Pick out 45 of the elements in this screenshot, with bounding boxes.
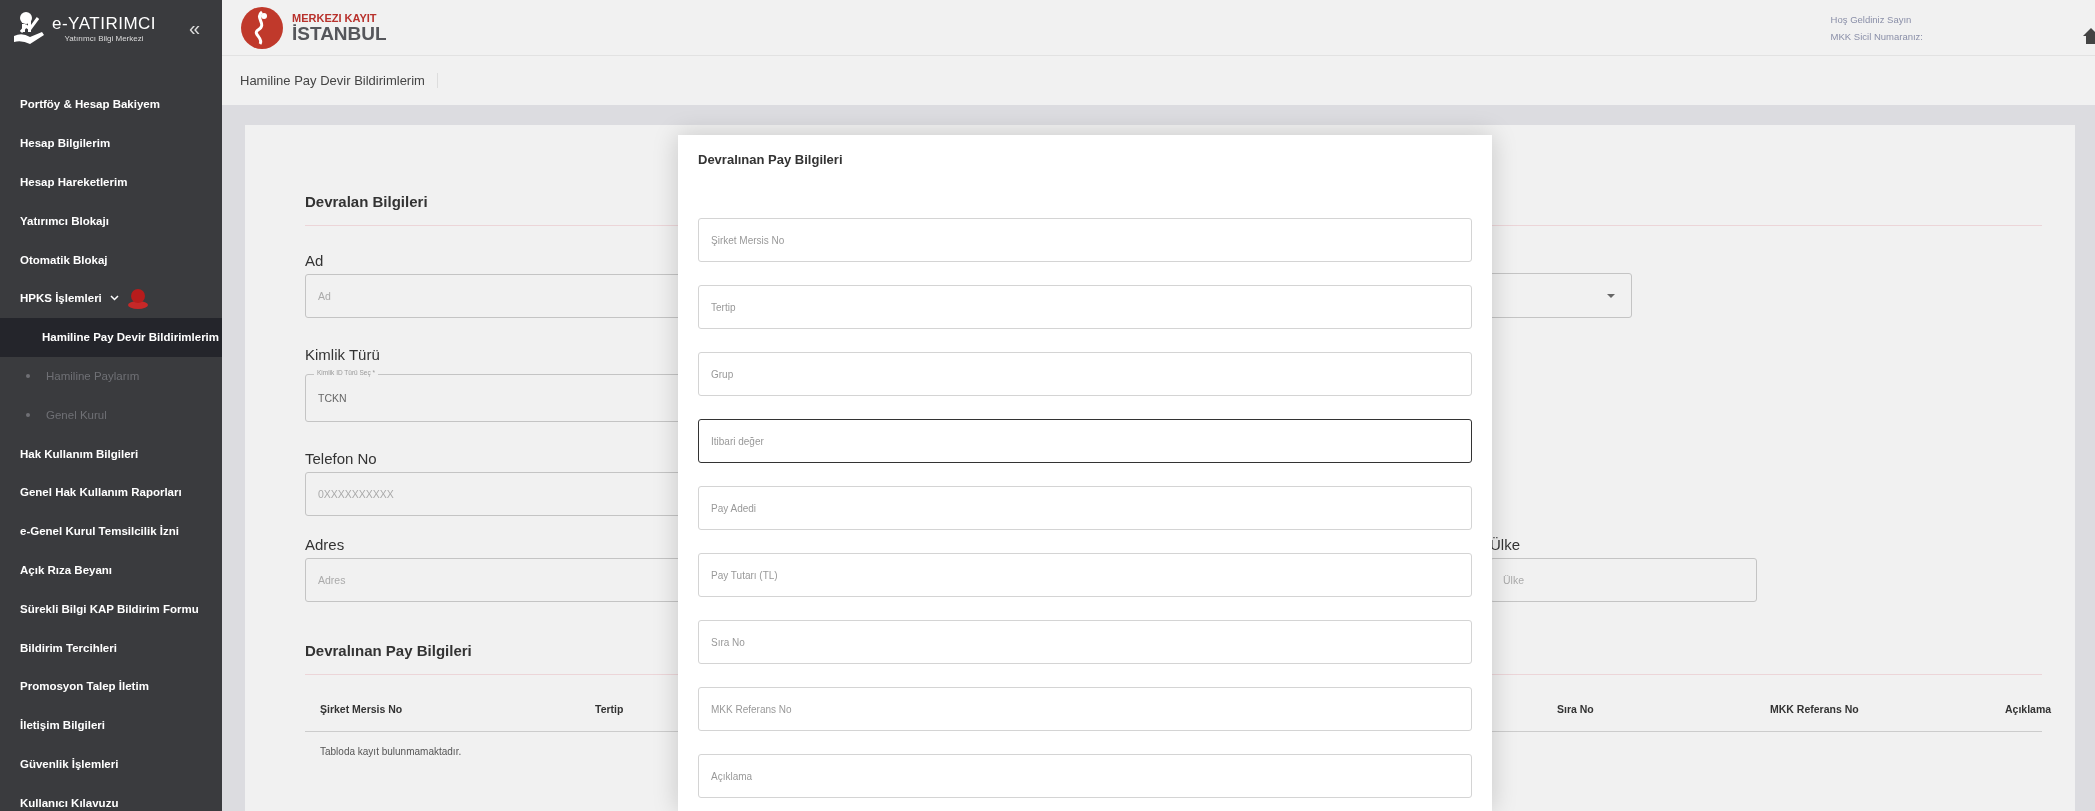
sidebar-item[interactable]: Otomatik Blokaj bbox=[0, 240, 222, 279]
field-label: Adres bbox=[305, 535, 346, 555]
sidebar-item[interactable]: Açık Rıza Beyanı bbox=[0, 550, 222, 590]
page-title: Hamiline Pay Devir Bildirimlerim bbox=[240, 73, 438, 88]
column-header: Sıra No bbox=[1557, 703, 1594, 715]
modal-title: Devralınan Pay Bilgileri bbox=[698, 151, 844, 169]
field-label: Telefon No bbox=[305, 449, 378, 469]
sidebar-item[interactable]: HPKS İşlemleri bbox=[0, 279, 222, 318]
emblem-icon bbox=[240, 5, 284, 50]
sidebar-item[interactable]: Promosyon Talep İletim bbox=[0, 666, 222, 706]
field-value: TCKN bbox=[318, 392, 347, 404]
logo-text: İSTANBUL bbox=[292, 23, 387, 43]
sidebar-item[interactable]: Hesap Hareketlerim bbox=[0, 162, 222, 202]
column-header: MKK Referans No bbox=[1770, 703, 1859, 715]
field-label: Kimlik Türü bbox=[305, 345, 381, 365]
registry-label: MKK Sicil Numaranız: bbox=[1830, 30, 1923, 42]
sidebar-item[interactable]: Portföy & Hesap Bakiyem bbox=[0, 85, 222, 124]
sidebar-item[interactable]: Kullanıcı Kılavuzu bbox=[0, 783, 222, 811]
chevron-icon bbox=[109, 293, 119, 303]
sidebar-item[interactable]: Hesap Bilgilerim bbox=[0, 123, 222, 163]
caret-icon bbox=[1607, 293, 1615, 298]
collapse-button[interactable]: « bbox=[178, 16, 210, 40]
home-icon[interactable] bbox=[2083, 28, 2095, 44]
sidebar-item[interactable]: Hak Kullanım Bilgileri bbox=[0, 434, 222, 473]
column-header: Tertip bbox=[595, 703, 624, 715]
field-label: Ad bbox=[305, 251, 325, 271]
sidebar-subitem[interactable]: Hamiline Pay Devir Bildirimlerim bbox=[0, 317, 222, 357]
sidebar-item[interactable]: Güvenlik İşlemleri bbox=[0, 744, 222, 784]
brand-name: e-YATIRIMCI bbox=[52, 13, 157, 34]
sidebar-item[interactable]: Genel Hak Kullanım Raporları bbox=[0, 472, 222, 512]
welcome-text: Hoş Geldiniz Sayın bbox=[1830, 13, 1913, 25]
stamp-icon bbox=[126, 287, 149, 310]
sidebar-item[interactable]: e-Genel Kurul Temsilcilik İzni bbox=[0, 511, 222, 551]
empty-message: Tabloda kayıt bulunmamaktadır. bbox=[319, 745, 463, 759]
sidebar-item[interactable]: İletişim Bilgileri bbox=[0, 705, 222, 745]
sidebar-item[interactable]: Yatırımcı Blokajı bbox=[0, 201, 222, 241]
brand-subtitle: Yatırımcı Bilgi Merkezi bbox=[64, 33, 144, 43]
sidebar-item[interactable]: Sürekli Bilgi KAP Bildirim Formu bbox=[0, 589, 222, 629]
logo-text: MERKEZI KAYIT bbox=[292, 12, 378, 24]
input-field[interactable]: İtibari değer bbox=[698, 419, 1472, 463]
hand-growth-icon bbox=[12, 10, 46, 46]
column-header: Şirket Mersis No bbox=[320, 703, 403, 715]
section-title: Devralan Bilgileri bbox=[305, 193, 429, 212]
sidebar-item[interactable]: Bildirim Tercihleri bbox=[0, 628, 222, 667]
column-header: Açıklama bbox=[2005, 703, 2052, 715]
